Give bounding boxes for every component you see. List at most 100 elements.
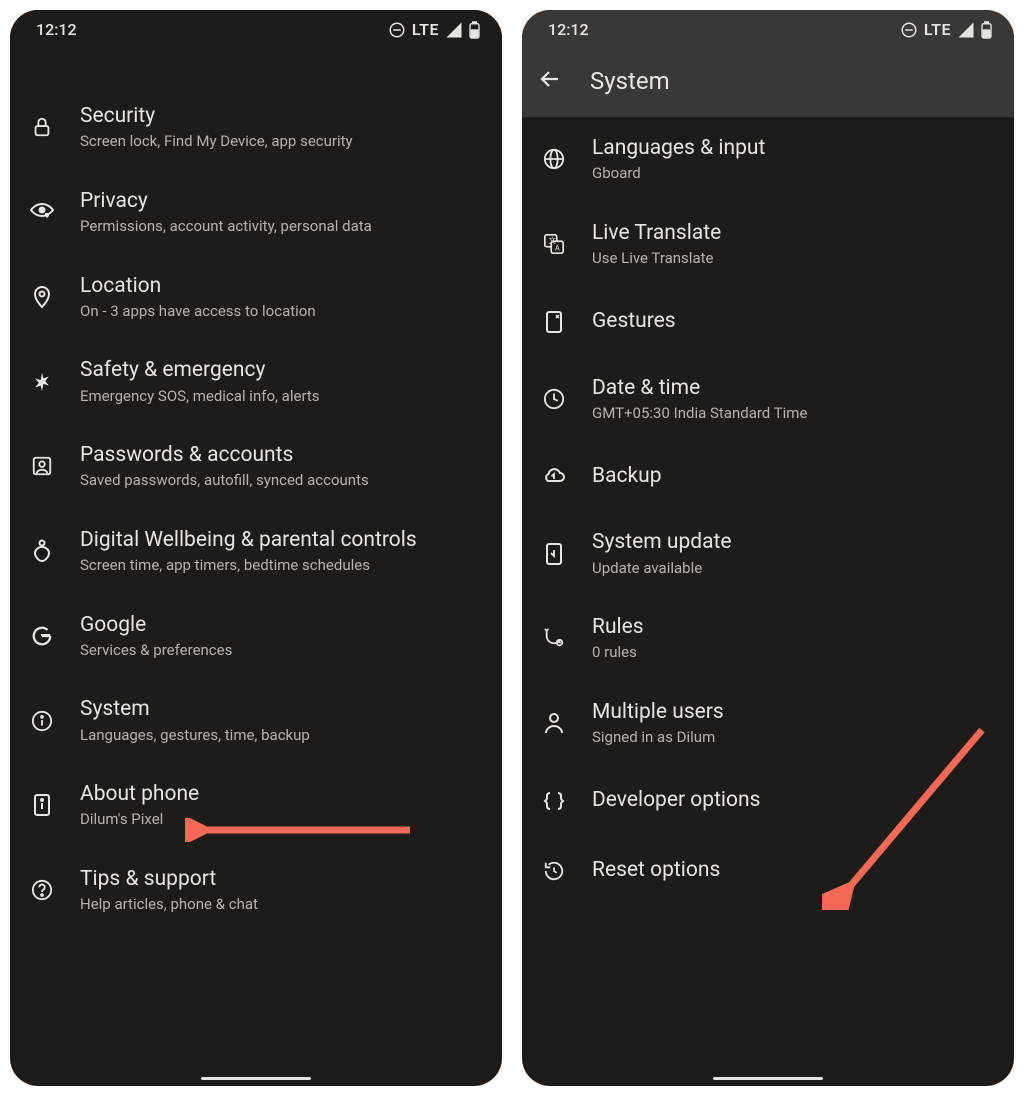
cloud-icon [540,467,568,485]
item-subtitle: On - 3 apps have access to location [80,302,480,322]
status-bar: 12:12 LTE [522,10,1014,45]
person-icon [540,712,568,734]
item-tips-support[interactable]: Tips & support Help articles, phone & ch… [10,848,502,933]
item-location[interactable]: Location On - 3 apps have access to loca… [10,255,502,340]
item-subtitle: Update available [592,559,992,579]
system-list[interactable]: Languages & input Gboard 文A Live Transla… [522,117,1014,906]
status-right: LTE [388,20,480,39]
item-reset-options[interactable]: Reset options [522,836,1014,906]
item-title: Multiple users [592,699,992,725]
item-title: Security [80,103,480,129]
battery-icon [981,21,992,39]
wellbeing-icon [28,539,56,563]
item-title: Live Translate [592,220,992,246]
item-title: Date & time [592,375,992,401]
asterisk-icon [28,371,56,393]
item-system-update[interactable]: System update Update available [522,511,1014,596]
item-title: Languages & input [592,135,992,161]
item-title: Rules [592,614,992,640]
item-title: Reset options [592,857,992,883]
item-subtitle: Services & preferences [80,641,480,661]
signal-icon [957,21,975,39]
item-title: Passwords & accounts [80,442,480,468]
item-safety[interactable]: Safety & emergency Emergency SOS, medica… [10,339,502,424]
status-right: LTE [900,20,992,39]
location-icon [28,285,56,309]
dnd-icon [388,21,406,39]
item-subtitle: Permissions, account activity, personal … [80,217,480,237]
item-title: Privacy [80,188,480,214]
clock-icon [540,388,568,410]
item-rules[interactable]: Rules 0 rules [522,596,1014,681]
status-time: 12:12 [548,20,589,39]
item-subtitle: Languages, gestures, time, backup [80,726,480,746]
item-title: System update [592,529,992,555]
item-subtitle: Help articles, phone & chat [80,895,480,915]
item-subtitle: 0 rules [592,643,992,663]
item-about-phone[interactable]: About phone Dilum's Pixel [10,763,502,848]
item-subtitle: Screen lock, Find My Device, app securit… [80,132,480,152]
item-subtitle: Signed in as Dilum [592,728,992,748]
settings-list[interactable]: Security Screen lock, Find My Device, ap… [10,45,502,933]
gestures-icon [540,310,568,334]
svg-text:A: A [555,244,560,253]
system-settings-screen: 12:12 LTE System Languages & input Gboar… [522,10,1014,1086]
item-privacy[interactable]: Privacy Permissions, account activity, p… [10,170,502,255]
item-subtitle: Gboard [592,164,992,184]
eye-shield-icon [28,202,56,222]
status-time: 12:12 [36,20,77,39]
item-google[interactable]: Google Services & preferences [10,594,502,679]
system-update-icon [540,542,568,566]
item-title: Safety & emergency [80,357,480,383]
item-title: System [80,696,480,722]
item-title: Gestures [592,308,992,334]
item-subtitle: Screen time, app timers, bedtime schedul… [80,556,480,576]
status-bar: 12:12 LTE [10,10,502,45]
item-passwords[interactable]: Passwords & accounts Saved passwords, au… [10,424,502,509]
item-title: Google [80,612,480,638]
item-subtitle: Use Live Translate [592,249,992,269]
lock-icon [28,116,56,138]
item-languages[interactable]: Languages & input Gboard [522,117,1014,202]
item-system[interactable]: System Languages, gestures, time, backup [10,678,502,763]
phone-info-icon [28,793,56,817]
item-backup[interactable]: Backup [522,441,1014,511]
rules-icon [540,627,568,649]
item-wellbeing[interactable]: Digital Wellbeing & parental controls Sc… [10,509,502,594]
item-security[interactable]: Security Screen lock, Find My Device, ap… [10,85,502,170]
info-icon [28,710,56,732]
item-multiple-users[interactable]: Multiple users Signed in as Dilum [522,681,1014,766]
network-label: LTE [412,20,439,39]
item-title: Backup [592,463,992,489]
translate-icon: 文A [540,233,568,255]
google-icon [28,625,56,647]
item-subtitle: Saved passwords, autofill, synced accoun… [80,471,480,491]
item-subtitle: Emergency SOS, medical info, alerts [80,387,480,407]
item-title: Developer options [592,787,992,813]
back-button[interactable] [538,67,562,95]
page-title: System [590,67,670,95]
item-subtitle: GMT+05:30 India Standard Time [592,404,992,424]
item-title: About phone [80,781,480,807]
help-icon [28,879,56,901]
account-box-icon [28,455,56,477]
item-subtitle: Dilum's Pixel [80,810,480,830]
item-title: Location [80,273,480,299]
app-bar: System [522,45,1014,117]
dnd-icon [900,21,918,39]
item-date-time[interactable]: Date & time GMT+05:30 India Standard Tim… [522,357,1014,442]
network-label: LTE [924,20,951,39]
braces-icon [540,791,568,811]
item-gestures[interactable]: Gestures [522,287,1014,357]
battery-icon [469,21,480,39]
signal-icon [445,21,463,39]
nav-indicator[interactable] [201,1077,311,1080]
globe-icon [540,148,568,170]
item-live-translate[interactable]: 文A Live Translate Use Live Translate [522,202,1014,287]
nav-indicator[interactable] [713,1077,823,1080]
reset-icon [540,860,568,882]
item-title: Tips & support [80,866,480,892]
item-developer-options[interactable]: Developer options [522,766,1014,836]
item-title: Digital Wellbeing & parental controls [80,527,480,553]
settings-main-screen: 12:12 LTE Security Screen lock, Find My … [10,10,502,1086]
